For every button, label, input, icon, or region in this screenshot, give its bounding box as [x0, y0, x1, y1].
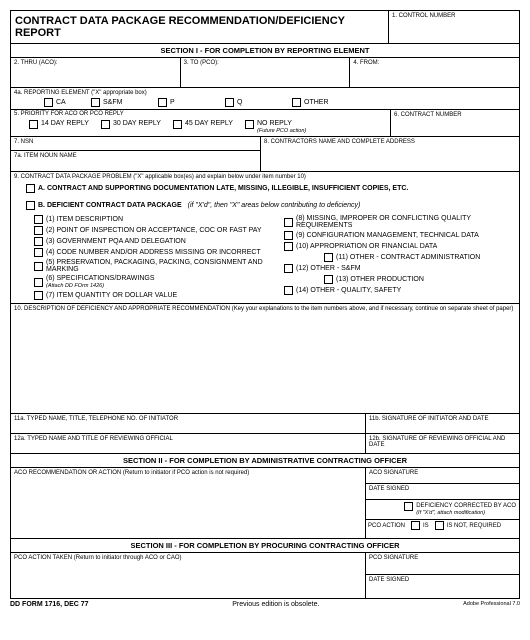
footer-edition-note: Previous edition is obsolete. — [232, 601, 319, 608]
checkbox-d5[interactable] — [34, 262, 43, 271]
checkbox-d8[interactable] — [284, 218, 293, 227]
checkbox-14day[interactable] — [29, 120, 38, 129]
label-30day: 30 DAY REPLY — [113, 120, 173, 127]
label-pco-action: PCO ACTION — [368, 523, 405, 529]
checkbox-d3[interactable] — [34, 237, 43, 246]
label-ca: CA — [56, 99, 91, 106]
label-noreply-sub: (Future PCO action) — [257, 128, 306, 134]
label-d2: (2) POINT OF INSPECTION OR ACCEPTANCE, C… — [46, 227, 262, 234]
label-d1: (1) ITEM DESCRIPTION — [46, 216, 123, 223]
field-aco-signature: ACO SIGNATURE — [366, 468, 519, 484]
row-priority-contract: 5. PRIORITY FOR ACO OR PCO REPLY 14 DAY … — [11, 110, 519, 137]
field-12b: 12b. SIGNATURE OF REVIEWING OFFICIAL AND… — [366, 434, 519, 453]
form-container: CONTRACT DATA PACKAGE RECOMMENDATION/DEF… — [10, 10, 520, 599]
field-from: 4. FROM: — [353, 60, 379, 66]
row-thru-to-from: 2. THRU (ACO): 3. TO (PCO): 4. FROM: — [11, 58, 519, 88]
checkbox-d13[interactable] — [324, 275, 333, 284]
label-d14: (14) OTHER - QUALITY, SAFETY — [296, 287, 401, 294]
field-aco-recommendation: ACO RECOMMENDATION OR ACTION (Return to … — [11, 468, 366, 538]
field-pco-date-signed: DATE SIGNED — [366, 575, 519, 595]
checkbox-d14[interactable] — [284, 286, 293, 295]
label-d12: (12) OTHER - S&FM — [296, 265, 361, 272]
checkbox-noreply[interactable] — [245, 120, 254, 129]
footer-form-id: DD FORM 1716, DEC 77 — [10, 601, 89, 608]
checkbox-sfm[interactable] — [91, 98, 100, 107]
field-11b: 11b. SIGNATURE OF INITIATOR AND DATE — [366, 414, 519, 433]
checkbox-d11[interactable] — [324, 253, 333, 262]
checkbox-pco-isnot[interactable] — [435, 521, 444, 530]
field-contract-number: 6. CONTRACT NUMBER — [391, 110, 519, 136]
field-control-number: 1. CONTROL NUMBER — [389, 11, 519, 43]
field-priority: 5. PRIORITY FOR ACO OR PCO REPLY — [11, 110, 390, 118]
label-pco-isnot: IS NOT, REQUIRED — [447, 523, 501, 529]
field-to: 3. TO (PCO): — [184, 60, 219, 66]
field-nsn: 7. NSN — [11, 137, 260, 151]
field-12a: 12a. TYPED NAME AND TITLE OF REVIEWING O… — [11, 434, 366, 453]
label-deficiency-corrected-sub: (If "X'd", attach modification) — [416, 510, 485, 516]
checkbox-d12[interactable] — [284, 264, 293, 273]
checkbox-9b[interactable] — [26, 201, 35, 210]
field-pco-action-taken: PCO ACTION TAKEN (Return to initiator th… — [11, 553, 366, 598]
checkbox-d10[interactable] — [284, 242, 293, 251]
label-d13: (13) OTHER PRODUCTION — [336, 276, 424, 283]
checkbox-45day[interactable] — [173, 120, 182, 129]
field-item-noun: 7a. ITEM NOUN NAME — [11, 151, 260, 171]
form-footer: DD FORM 1716, DEC 77 Previous edition is… — [10, 599, 520, 610]
field-pco-signature: PCO SIGNATURE — [366, 553, 519, 575]
title-row: CONTRACT DATA PACKAGE RECOMMENDATION/DEF… — [11, 11, 519, 44]
checkbox-d6[interactable] — [34, 278, 43, 287]
field-contractor-address: 8. CONTRACTORS NAME AND COMPLETE ADDRESS — [261, 137, 519, 171]
field-11a: 11a. TYPED NAME, TITLE, TELEPHONE NO. OF… — [11, 414, 366, 433]
label-q: Q — [237, 99, 292, 106]
label-sfm: S&FM — [103, 99, 158, 106]
checkbox-d7[interactable] — [34, 291, 43, 300]
row-nsn-contractor: 7. NSN 7a. ITEM NOUN NAME 8. CONTRACTORS… — [11, 137, 519, 172]
section3-header: SECTION III - FOR COMPLETION BY PROCURIN… — [11, 539, 519, 553]
label-d8: (8) MISSING, IMPROPER OR CONFLICTING QUA… — [296, 215, 516, 229]
label-d9: (9) CONFIGURATION MANAGEMENT, TECHNICAL … — [296, 232, 479, 239]
label-pco-is: IS — [423, 523, 429, 529]
label-noreply: NO REPLY — [257, 120, 292, 127]
field-description: 10. DESCRIPTION OF DEFICIENCY AND APPROP… — [11, 304, 519, 414]
label-other: OTHER — [304, 99, 329, 106]
form-title: CONTRACT DATA PACKAGE RECOMMENDATION/DEF… — [11, 11, 389, 43]
checkbox-deficiency-corrected[interactable] — [404, 502, 413, 511]
section2-header: SECTION II - FOR COMPLETION BY ADMINISTR… — [11, 454, 519, 468]
section1-header: SECTION I - FOR COMPLETION BY REPORTING … — [11, 44, 519, 58]
label-d7: (7) ITEM QUANTITY OR DOLLAR VALUE — [46, 292, 177, 299]
label-p: P — [170, 99, 225, 106]
checkbox-d9[interactable] — [284, 231, 293, 240]
label-45day: 45 DAY REPLY — [185, 120, 245, 127]
label-9b: B. DEFICIENT CONTRACT DATA PACKAGE — [38, 202, 182, 209]
checkbox-d1[interactable] — [34, 215, 43, 224]
label-d10: (10) APPROPRIATION OR FINANCIAL DATA — [296, 243, 437, 250]
label-d3: (3) GOVERNMENT PQA AND DELEGATION — [46, 238, 186, 245]
field-aco-date-signed: DATE SIGNED — [366, 484, 519, 500]
checkbox-9a[interactable] — [26, 184, 35, 193]
label-9a: A. CONTRACT AND SUPPORTING DOCUMENTATION… — [38, 185, 408, 192]
label-d4: (4) CODE NUMBER AND/OR ADDRESS MISSING O… — [46, 249, 261, 256]
checkbox-p[interactable] — [158, 98, 167, 107]
label-d6: (6) SPECIFICATIONS/DRAWINGS — [46, 275, 155, 282]
label-d5: (5) PRESERVATION, PACKAGING, PACKING, CO… — [46, 259, 264, 273]
checkbox-ca[interactable] — [44, 98, 53, 107]
checkbox-d4[interactable] — [34, 248, 43, 257]
checkbox-d2[interactable] — [34, 226, 43, 235]
checkbox-other[interactable] — [292, 98, 301, 107]
label-d6-sub: (Attach DD FOrm 1426) — [46, 283, 104, 289]
field-thru: 2. THRU (ACO): — [14, 60, 58, 66]
checkbox-30day[interactable] — [101, 120, 110, 129]
label-deficiency-corrected: DEFICIENCY CORRECTED BY ACO — [416, 503, 516, 509]
label-9b-hint: (if "X'd", then "X" areas below contribu… — [188, 202, 361, 209]
label-d11: (11) OTHER - CONTRACT ADMINISTRATION — [336, 254, 480, 261]
label-14day: 14 DAY REPLY — [41, 120, 101, 127]
footer-software: Adobe Professional 7.0 — [463, 601, 520, 608]
checkbox-q[interactable] — [225, 98, 234, 107]
checkbox-pco-is[interactable] — [411, 521, 420, 530]
